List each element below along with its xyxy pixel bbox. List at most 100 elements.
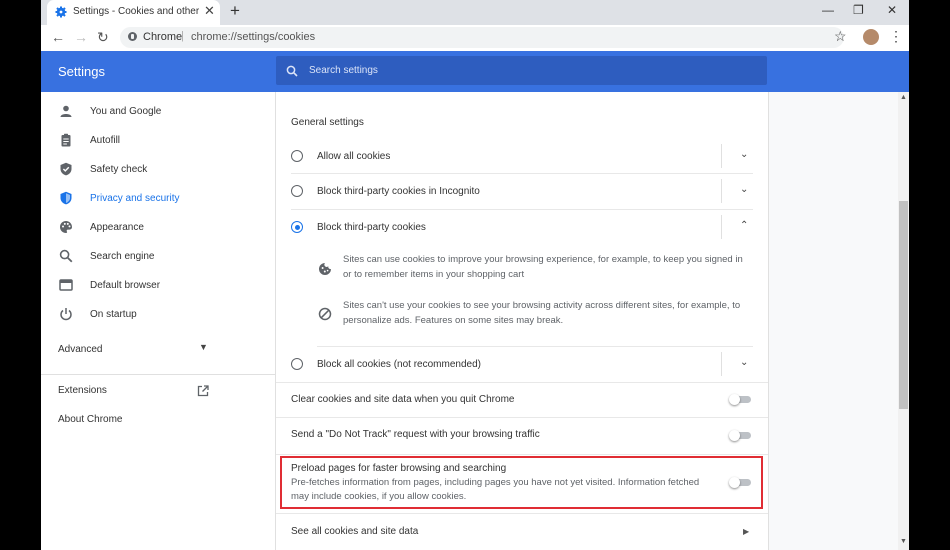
detail-row-block: Sites can't use your cookies to see your… <box>276 296 768 334</box>
radio-label: Block third-party cookies in Incognito <box>317 186 480 197</box>
sidebar-advanced[interactable]: Advanced ▼ <box>41 336 275 364</box>
site-label: Chrome <box>143 31 183 43</box>
url-separator: | <box>181 30 184 42</box>
sidebar-item-default-browser[interactable]: Default browser <box>41 272 275 300</box>
shield-icon <box>59 191 73 205</box>
settings-gear-icon <box>55 5 67 23</box>
bookmark-star-icon[interactable]: ☆ <box>834 28 847 45</box>
tab-strip: Settings - Cookies and other site data ✕… <box>41 0 909 25</box>
search-settings-input[interactable]: Search settings <box>276 56 767 85</box>
detail-row-cookie: Sites can use cookies to improve your br… <box>276 250 768 288</box>
cookies-settings-card: General settings Allow all cookies ⌄ Blo… <box>275 92 769 550</box>
clipboard-icon <box>59 133 73 147</box>
radio-label: Allow all cookies <box>317 151 391 162</box>
scrollbar-thumb[interactable] <box>899 201 908 409</box>
settings-header: Settings Search settings <box>41 51 909 92</box>
search-icon <box>59 249 73 263</box>
chevron-up-icon[interactable]: ⌃ <box>740 220 748 231</box>
address-bar[interactable]: Chrome | chrome://settings/cookies <box>120 27 844 48</box>
do-not-track-toggle[interactable] <box>729 430 751 441</box>
minimize-button[interactable]: — <box>822 3 834 17</box>
toggle-label: Clear cookies and site data when you qui… <box>291 394 515 405</box>
section-title-general-settings: General settings <box>291 117 364 128</box>
sidebar: You and Google Autofill Safety check Pri… <box>41 92 275 550</box>
sidebar-item-autofill[interactable]: Autofill <box>41 127 275 155</box>
browser-window: Settings - Cookies and other site data ✕… <box>41 0 909 550</box>
profile-avatar[interactable] <box>863 29 879 45</box>
new-tab-button[interactable]: + <box>230 1 240 21</box>
power-icon <box>59 307 73 321</box>
browser-window-icon <box>59 278 73 292</box>
sidebar-item-label: Privacy and security <box>90 193 180 204</box>
row-divider <box>721 179 722 203</box>
scrollbar[interactable]: ▲ ▼ <box>898 92 909 550</box>
clear-on-quit-toggle[interactable] <box>729 394 751 405</box>
about-chrome-label: About Chrome <box>58 414 123 425</box>
radio-label: Block third-party cookies <box>317 222 426 233</box>
back-button[interactable]: ← <box>51 29 65 45</box>
radio-label: Block all cookies (not recommended) <box>317 359 481 370</box>
sidebar-item-label: Autofill <box>90 135 121 146</box>
restore-button[interactable]: ❐ <box>853 3 864 17</box>
radio-row-block-all[interactable]: Block all cookies (not recommended) ⌄ <box>276 347 768 382</box>
sidebar-item-appearance[interactable]: Appearance <box>41 214 275 242</box>
url-text[interactable]: chrome://settings/cookies <box>191 31 315 43</box>
sidebar-item-privacy-and-security[interactable]: Privacy and security <box>41 185 275 213</box>
toggle-label: Send a "Do Not Track" request with your … <box>291 429 540 440</box>
search-placeholder: Search settings <box>309 65 378 76</box>
detail-text: Sites can't use your cookies to see your… <box>343 300 741 326</box>
sidebar-item-label: You and Google <box>90 106 162 117</box>
radio-button-selected[interactable] <box>291 221 303 233</box>
row-divider <box>721 352 722 376</box>
tab-close-icon[interactable]: ✕ <box>204 3 215 19</box>
forward-button[interactable]: → <box>74 29 88 45</box>
sidebar-item-safety-check[interactable]: Safety check <box>41 156 275 184</box>
toggle-row-clear-on-quit[interactable]: Clear cookies and site data when you qui… <box>276 383 768 417</box>
sidebar-item-label: On startup <box>90 309 137 320</box>
tab-settings[interactable]: Settings - Cookies and other site data ✕ <box>47 0 220 25</box>
radio-row-allow-all[interactable]: Allow all cookies ⌄ <box>276 138 768 173</box>
radio-row-block-third-party[interactable]: Block third-party cookies ⌃ <box>276 210 768 245</box>
chevron-down-icon[interactable]: ⌄ <box>740 357 748 368</box>
search-icon <box>286 64 298 82</box>
advanced-label: Advanced <box>58 344 103 355</box>
sidebar-item-about-chrome[interactable]: About Chrome <box>41 406 275 434</box>
browser-menu-icon[interactable]: ⋮ <box>889 28 903 45</box>
site-info-icon[interactable] <box>128 32 137 41</box>
sidebar-item-label: Safety check <box>90 164 148 175</box>
chevron-down-icon: ▼ <box>199 342 208 352</box>
sidebar-item-label: Default browser <box>90 280 161 291</box>
row-divider <box>721 144 722 168</box>
browser-toolbar: ← → ↻ Chrome | chrome://settings/cookies… <box>41 25 909 51</box>
radio-button[interactable] <box>291 358 303 370</box>
sidebar-item-you-and-google[interactable]: You and Google <box>41 98 275 126</box>
radio-button[interactable] <box>291 185 303 197</box>
tab-title: Settings - Cookies and other site data <box>73 6 199 17</box>
extensions-label: Extensions <box>58 385 107 396</box>
shield-check-icon <box>59 162 73 176</box>
detail-text: Sites can use cookies to improve your br… <box>343 254 743 280</box>
arrow-right-icon: ▶ <box>743 527 750 536</box>
scroll-up-icon[interactable]: ▲ <box>900 94 907 101</box>
radio-button[interactable] <box>291 150 303 162</box>
reload-button[interactable]: ↻ <box>97 29 109 46</box>
radio-row-block-incognito[interactable]: Block third-party cookies in Incognito ⌄ <box>276 174 768 209</box>
scroll-down-icon[interactable]: ▼ <box>900 538 907 545</box>
cookie-icon <box>318 262 332 281</box>
see-all-cookies-link[interactable]: See all cookies and site data ▶ <box>276 514 768 548</box>
see-all-label: See all cookies and site data <box>291 526 419 537</box>
person-icon <box>59 104 73 118</box>
main-content: General settings Allow all cookies ⌄ Blo… <box>275 92 898 550</box>
sidebar-item-search-engine[interactable]: Search engine <box>41 243 275 271</box>
chevron-down-icon[interactable]: ⌄ <box>740 184 748 195</box>
highlight-box <box>280 456 763 509</box>
open-in-new-icon <box>197 384 209 402</box>
row-divider <box>721 215 722 239</box>
toggle-row-do-not-track[interactable]: Send a "Do Not Track" request with your … <box>276 418 768 454</box>
palette-icon <box>59 220 73 234</box>
sidebar-item-on-startup[interactable]: On startup <box>41 301 275 329</box>
row-separator <box>276 454 768 455</box>
sidebar-item-extensions[interactable]: Extensions <box>41 377 275 405</box>
window-close-button[interactable]: ✕ <box>887 3 897 17</box>
chevron-down-icon[interactable]: ⌄ <box>740 149 748 160</box>
